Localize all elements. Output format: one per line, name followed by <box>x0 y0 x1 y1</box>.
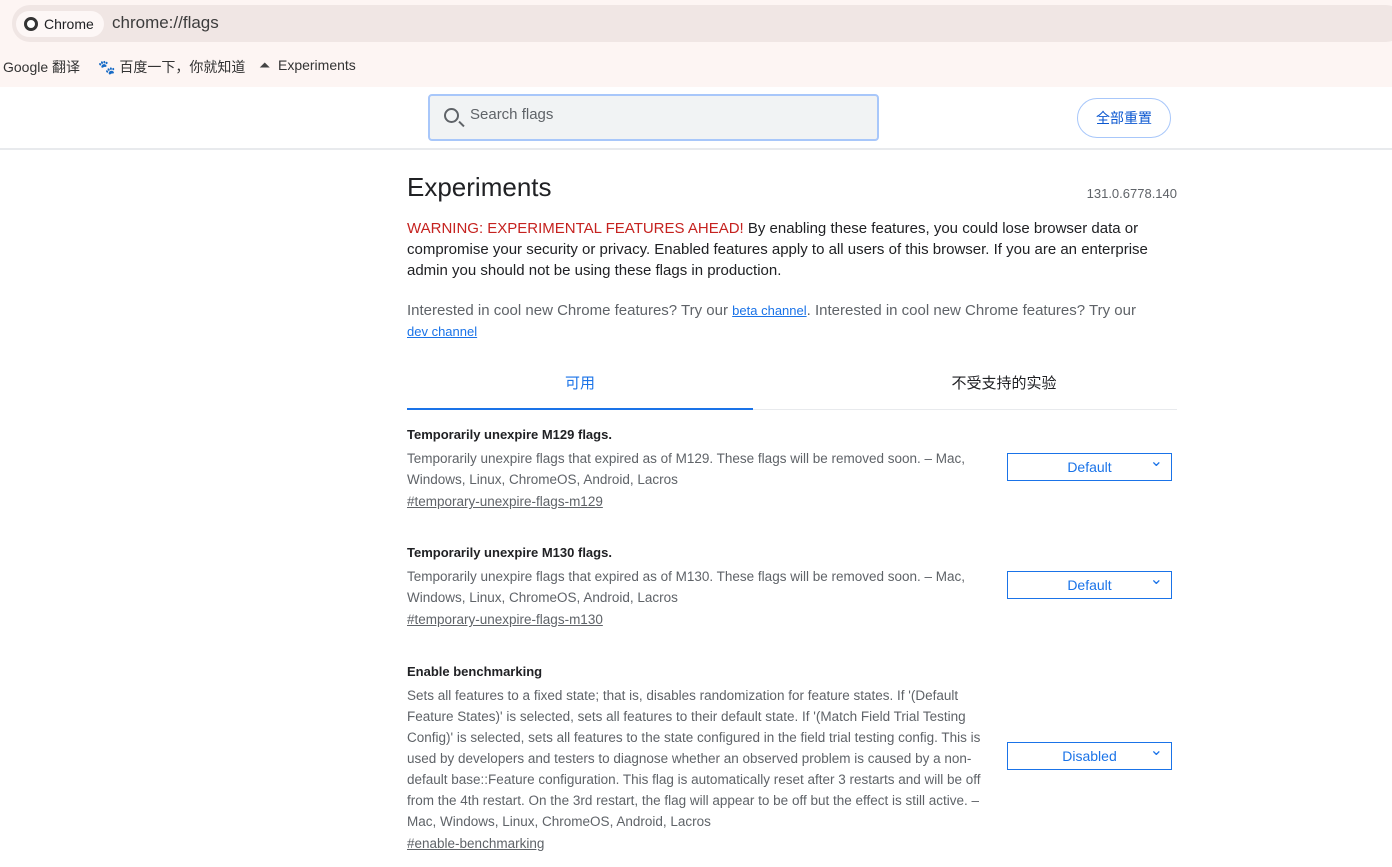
search-input[interactable] <box>470 106 850 123</box>
bookmark-baidu[interactable]: 🐾 百度一下，你就知道 <box>98 57 245 77</box>
warning-heading: WARNING: EXPERIMENTAL FEATURES AHEAD! <box>407 220 744 237</box>
flag-item: Temporarily unexpire M130 flags. Tempora… <box>407 545 1177 627</box>
channel-info: Interested in cool new Chrome features? … <box>407 300 1177 342</box>
flag-description: Temporarily unexpire flags that expired … <box>407 569 966 605</box>
version: 131.0.6778.140 <box>1086 186 1177 201</box>
flag-select[interactable]: Default <box>1007 567 1172 599</box>
search-box[interactable] <box>428 94 879 141</box>
bookmark-google-translate[interactable]: Google 翻译 <box>3 57 80 77</box>
flag-select[interactable]: Disabled <box>1007 738 1172 770</box>
omnibox[interactable] <box>12 5 1392 42</box>
flag-description: Temporarily unexpire flags that expired … <box>407 451 966 487</box>
flask-icon: ⏶ <box>259 57 271 73</box>
flag-title: Enable benchmarking <box>407 664 543 679</box>
bookmark-label: Experiments <box>277 57 356 73</box>
chip-label: Chrome <box>44 16 94 32</box>
browser-toolbar: Chrome chrome://flags <box>0 0 1392 43</box>
interest-text: Interested in cool new Chrome features? … <box>407 302 733 319</box>
bookmarks-bar: Google 翻译 🐾 百度一下，你就知道 ⏶ Experiments <box>0 43 1392 87</box>
bookmark-experiments[interactable]: ⏶ Experiments <box>259 57 356 74</box>
beta-channel-link[interactable]: beta channel <box>732 303 806 318</box>
tab-bar: 可用 不受支持的实验 <box>407 360 1177 410</box>
baidu-paw-icon: 🐾 <box>98 59 116 75</box>
tab-unavailable[interactable]: 不受支持的实验 <box>831 360 1177 410</box>
flag-anchor-link[interactable]: #enable-benchmarking <box>407 836 1177 851</box>
chrome-icon <box>24 17 38 31</box>
flag-title: Temporarily unexpire M129 flags. <box>407 427 612 442</box>
page-title: Experiments <box>407 172 552 202</box>
flag-anchor-link[interactable]: #temporary-unexpire-flags-m129 <box>407 494 1177 509</box>
interest-text: . Interested in cool new Chrome features… <box>806 302 1136 319</box>
site-chip[interactable]: Chrome <box>16 11 104 37</box>
reset-all-button[interactable]: 全部重置 <box>1077 98 1171 138</box>
warning-text: WARNING: EXPERIMENTAL FEATURES AHEAD! By… <box>407 218 1177 281</box>
dev-channel-link[interactable]: dev channel <box>407 324 477 339</box>
search-icon <box>444 108 459 123</box>
flag-item: Temporarily unexpire M129 flags. Tempora… <box>407 427 1177 509</box>
flag-anchor-link[interactable]: #temporary-unexpire-flags-m130 <box>407 612 1177 627</box>
flag-item: Enable benchmarking Sets all features to… <box>407 664 1177 851</box>
flag-select[interactable]: Default <box>1007 449 1172 481</box>
flag-description: Sets all features to a fixed state; that… <box>407 688 981 829</box>
tab-available[interactable]: 可用 <box>407 360 753 410</box>
flags-header: 全部重置 <box>0 87 1392 150</box>
flag-title: Temporarily unexpire M130 flags. <box>407 545 612 560</box>
bookmark-label: 百度一下，你就知道 <box>119 59 246 75</box>
url-text[interactable]: chrome://flags <box>112 13 219 33</box>
